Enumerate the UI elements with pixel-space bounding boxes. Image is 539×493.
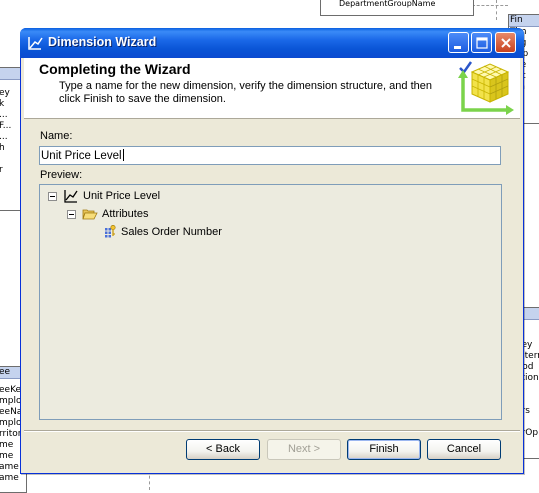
back-button[interactable]: < Back <box>186 439 260 460</box>
dimension-name-input[interactable]: Unit Price Level <box>39 146 501 165</box>
window-title: Dimension Wizard <box>48 35 157 49</box>
maximize-button[interactable] <box>471 32 492 53</box>
footer-divider <box>24 430 520 432</box>
tree-node-dimension[interactable]: Unit Price Level <box>40 188 340 204</box>
close-icon <box>501 38 511 48</box>
cube-checkmark-graphic <box>458 61 514 115</box>
relationship-line <box>472 5 508 6</box>
relationship-line <box>496 0 497 20</box>
maximize-icon <box>476 37 488 49</box>
tree-node-attribute[interactable]: Sales Order Number <box>40 224 340 240</box>
text-caret <box>122 149 124 161</box>
next-button[interactable]: Next > <box>267 439 341 460</box>
close-button[interactable] <box>495 32 516 53</box>
key-attribute-icon <box>105 224 116 238</box>
tree-node-label: Unit Price Level <box>83 190 161 202</box>
folder-open-icon <box>82 209 98 220</box>
title-bar[interactable]: Dimension Wizard <box>20 28 524 58</box>
wizard-header: Completing the Wizard Type a name for th… <box>24 58 520 119</box>
collapse-toggle[interactable] <box>48 192 57 201</box>
minimize-button[interactable] <box>448 32 469 53</box>
minimize-icon <box>454 46 461 49</box>
wizard-page-description: Type a name for the new dimension, verif… <box>59 80 432 105</box>
preview-label: Preview: <box>40 169 83 181</box>
collapse-toggle[interactable] <box>67 210 76 219</box>
column-department-group-name: DepartmentGroupName <box>339 0 436 8</box>
tree-node-attributes[interactable]: Attributes <box>40 206 340 222</box>
dimension-icon <box>28 37 43 50</box>
wizard-page-title: Completing the Wizard <box>39 61 191 77</box>
preview-tree[interactable]: Unit Price Level Attributes Sales Order … <box>39 184 502 420</box>
dimension-name-value: Unit Price Level <box>41 150 122 162</box>
tree-node-label: Attributes <box>102 208 149 220</box>
tree-node-label: Sales Order Number <box>121 226 222 238</box>
table-header: Fin <box>509 15 539 27</box>
cancel-button[interactable]: Cancel <box>427 439 501 460</box>
table-department-group[interactable]: DepartmentGroupName <box>320 0 474 16</box>
dimension-icon <box>64 190 78 203</box>
table-column: ame <box>0 473 19 483</box>
name-label: Name: <box>40 130 73 142</box>
finish-button[interactable]: Finish <box>347 439 421 460</box>
dimension-wizard-dialog[interactable]: Dimension Wizard Completing the Wizard T… <box>20 28 524 474</box>
